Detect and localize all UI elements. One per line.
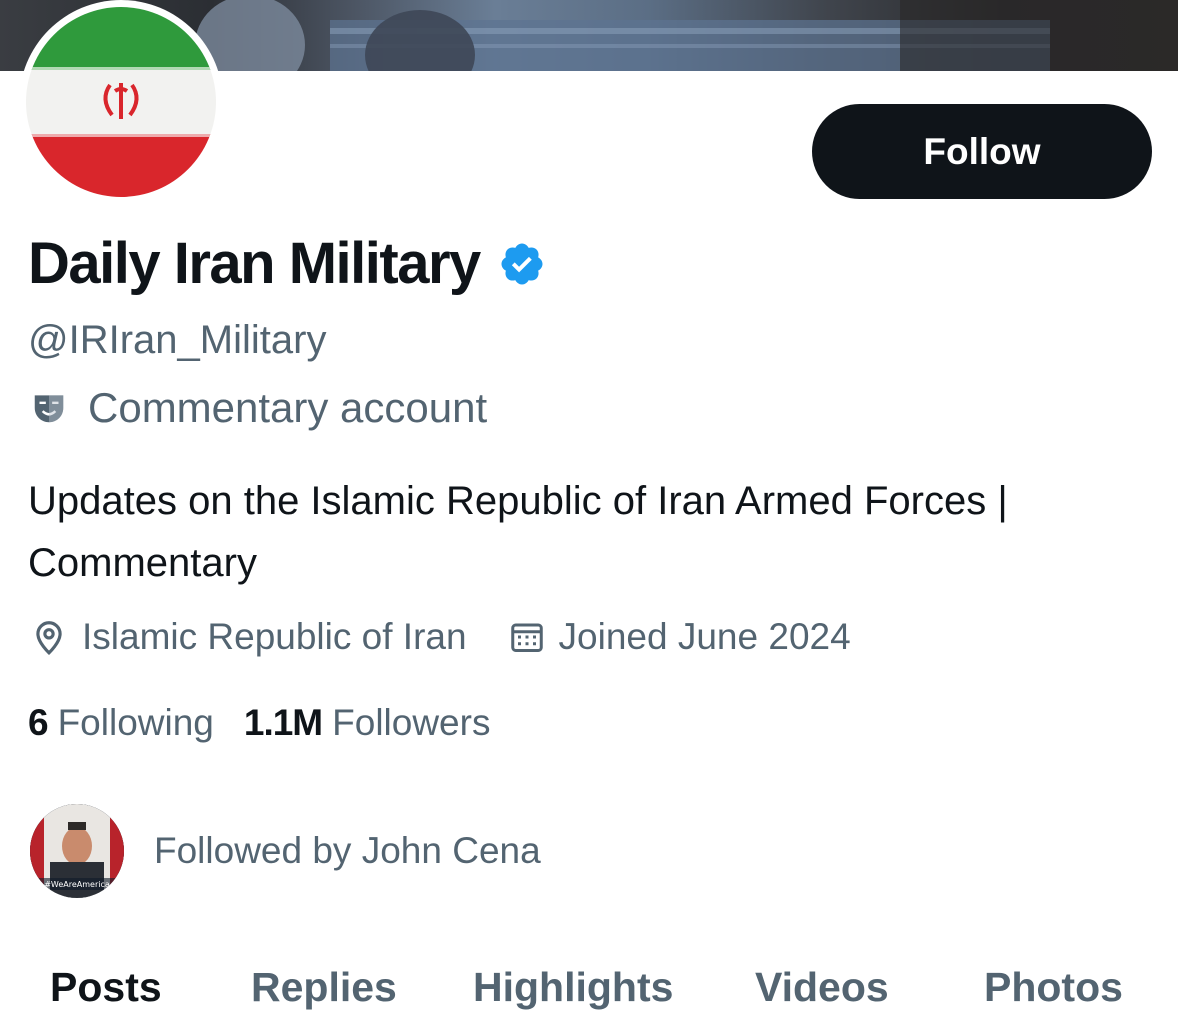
following-link[interactable]: 6 Following	[28, 702, 214, 744]
profile-stats: 6 Following 1.1M Followers	[28, 702, 490, 744]
follow-button[interactable]: Follow	[812, 104, 1152, 199]
verified-badge-icon[interactable]	[498, 240, 546, 288]
profile-avatar[interactable]	[19, 0, 223, 204]
location-pin-icon	[36, 621, 62, 655]
calendar-icon	[510, 623, 543, 652]
mini-avatar-caption: #WeAreAmerica	[44, 880, 110, 889]
followed-by-text: Followed by John Cena	[154, 830, 541, 871]
followers-link[interactable]: 1.1M Followers	[244, 702, 491, 744]
joined-item: Joined June 2024	[509, 616, 851, 658]
joined-text: Joined June 2024	[558, 616, 851, 657]
profile-handle: @IRIran_Military	[28, 318, 327, 362]
tab-photos[interactable]: Photos	[984, 964, 1123, 1011]
followers-label: Followers	[332, 702, 491, 743]
profile-bio: Updates on the Islamic Republic of Iran …	[28, 479, 1008, 585]
follower-avatar[interactable]: #WeAreAmerica	[30, 804, 124, 898]
following-count: 6	[28, 702, 49, 743]
location-item: Islamic Republic of Iran	[30, 616, 467, 658]
account-label[interactable]: Commentary account	[30, 384, 487, 432]
profile-name-row: Daily Iran Military	[28, 230, 546, 297]
followed-by-row[interactable]: #WeAreAmerica Followed by John Cena	[30, 804, 541, 898]
following-label: Following	[57, 702, 214, 743]
profile-meta: Islamic Republic of Iran Joined June 202…	[30, 616, 851, 658]
location-text: Islamic Republic of Iran	[82, 616, 467, 657]
iran-flag-image	[26, 7, 216, 197]
tab-posts[interactable]: Posts	[50, 964, 162, 1011]
profile-tabs: Posts Replies Highlights Videos Photos	[0, 956, 1178, 1022]
followers-count: 1.1M	[243, 702, 323, 743]
tab-videos[interactable]: Videos	[755, 964, 889, 1011]
account-label-text: Commentary account	[88, 384, 488, 431]
tab-replies[interactable]: Replies	[251, 964, 397, 1011]
theater-mask-icon	[34, 395, 64, 423]
tab-highlights[interactable]: Highlights	[473, 964, 673, 1011]
display-name: Daily Iran Military	[28, 231, 481, 296]
follow-button-label: Follow	[923, 130, 1041, 172]
